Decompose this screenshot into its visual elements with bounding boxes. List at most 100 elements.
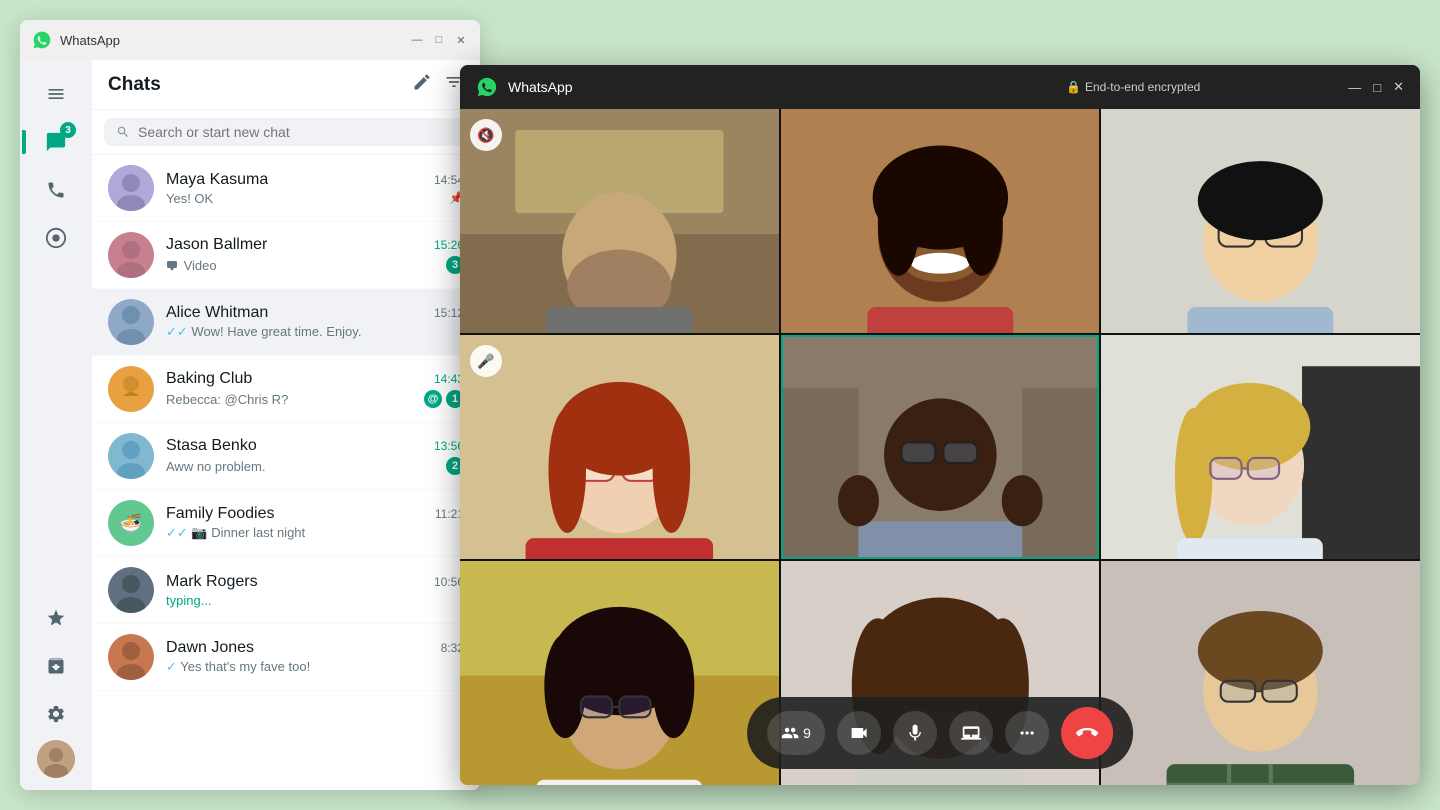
- search-bar: [92, 110, 480, 155]
- video-maximize-button[interactable]: □: [1373, 80, 1381, 95]
- video-cell-1: 🔇: [460, 109, 779, 333]
- more-options-icon: [1017, 723, 1037, 743]
- chat-panel: Chats: [92, 60, 480, 790]
- avatar: [108, 366, 154, 412]
- chat-preview-typing: typing...: [166, 593, 464, 608]
- maximize-button[interactable]: □: [432, 33, 446, 47]
- svg-text:🍜: 🍜: [120, 513, 142, 533]
- chat-item-jason-ballmer[interactable]: Jason Ballmer 15:26 Video 3: [92, 222, 480, 289]
- chat-header: Chats: [92, 60, 480, 110]
- sidebar: 3: [20, 60, 92, 790]
- avatar: [108, 433, 154, 479]
- chat-item-dawn-jones[interactable]: Dawn Jones 8:32 ✓ Yes that's my fave too…: [92, 624, 480, 691]
- video-camera-icon: [849, 723, 869, 743]
- chat-preview: ✓✓ Wow! Have great time. Enjoy.: [166, 324, 464, 340]
- end-call-button[interactable]: [1061, 707, 1113, 759]
- chat-preview: ✓✓ 📷 Dinner last night: [166, 525, 464, 541]
- screen-share-button[interactable]: [949, 711, 993, 755]
- search-icon: [116, 125, 130, 139]
- chat-header-actions: [412, 72, 464, 97]
- mention-badge: @: [424, 390, 442, 408]
- main-window: WhatsApp — □ ✕ 3: [20, 20, 480, 790]
- user-profile-button[interactable]: [37, 740, 75, 778]
- chat-name: Alice Whitman: [166, 304, 268, 322]
- chat-name: Mark Rogers: [166, 573, 258, 591]
- lock-icon: 🔒: [1066, 80, 1081, 94]
- chat-preview: ✓ Yes that's my fave too!: [166, 659, 464, 675]
- chat-name: Jason Ballmer: [166, 236, 267, 254]
- more-options-button[interactable]: [1005, 711, 1049, 755]
- sidebar-menu-button[interactable]: [34, 72, 78, 116]
- video-cell-3: [1101, 109, 1420, 333]
- avatar: [108, 567, 154, 613]
- chat-info: Dawn Jones 8:32 ✓ Yes that's my fave too…: [166, 639, 464, 675]
- search-input[interactable]: [138, 124, 456, 140]
- search-input-wrap[interactable]: [104, 118, 468, 146]
- chat-item-maya-kasuma[interactable]: Maya Kasuma 14:54 Yes! OK 📌: [92, 155, 480, 222]
- new-chat-button[interactable]: [412, 72, 432, 97]
- mic-toggle-button[interactable]: [893, 711, 937, 755]
- microphone-icon: [905, 723, 925, 743]
- chats-title: Chats: [108, 74, 400, 96]
- chat-preview: Aww no problem.: [166, 459, 442, 474]
- chat-item-mark-rogers[interactable]: Mark Rogers 10:56 typing...: [92, 557, 480, 624]
- video-minimize-button[interactable]: —: [1348, 80, 1361, 95]
- participants-icon: [781, 724, 799, 742]
- chats-badge: 3: [60, 122, 76, 138]
- chat-name: Dawn Jones: [166, 639, 254, 657]
- video-cell-2: [781, 109, 1100, 333]
- chat-list: Maya Kasuma 14:54 Yes! OK 📌: [92, 155, 480, 775]
- video-call-window: WhatsApp 🔒 End-to-end encrypted — □ ✕: [460, 65, 1420, 785]
- video-window-title: WhatsApp: [508, 79, 918, 95]
- main-titlebar: WhatsApp — □ ✕: [20, 20, 480, 60]
- avatar: [108, 299, 154, 345]
- video-cell-6: [1101, 335, 1420, 559]
- avatar: [108, 232, 154, 278]
- participants-count: 9: [803, 725, 811, 741]
- chat-item-family-foodies[interactable]: 🍜 Family Foodies 11:21 ✓✓ 📷 Dinner last …: [92, 490, 480, 557]
- chat-preview: Video: [166, 258, 442, 273]
- sidebar-status-button[interactable]: [34, 216, 78, 260]
- video-cell-9: [1101, 561, 1420, 785]
- chat-item-stasa-benko[interactable]: Stasa Benko 13:56 Aww no problem. 2: [92, 423, 480, 490]
- video-window-controls: — □ ✕: [1348, 79, 1404, 95]
- chat-name: Maya Kasuma: [166, 171, 268, 189]
- video-grid: 🔇: [460, 109, 1420, 785]
- sidebar-archived-button[interactable]: [34, 644, 78, 688]
- sidebar-starred-button[interactable]: [34, 596, 78, 640]
- chat-name: Baking Club: [166, 370, 252, 388]
- chat-preview: Rebecca: @Chris R?: [166, 392, 420, 407]
- video-cell-7: [460, 561, 779, 785]
- mic-muted-indicator-1: 🔇: [470, 119, 502, 151]
- chat-info: Stasa Benko 13:56 Aww no problem. 2: [166, 437, 464, 475]
- sidebar-calls-button[interactable]: [34, 168, 78, 212]
- mic-muted-indicator-4: 🎤: [470, 345, 502, 377]
- chat-preview: Yes! OK: [166, 191, 445, 206]
- chat-info: Mark Rogers 10:56 typing...: [166, 573, 464, 608]
- end-call-icon: [1076, 722, 1098, 744]
- sidebar-chats-button[interactable]: 3: [34, 120, 78, 164]
- whatsapp-video-logo-icon: [476, 76, 498, 98]
- chat-info: Alice Whitman 15:12 ✓✓ Wow! Have great t…: [166, 304, 464, 340]
- video-toggle-button[interactable]: [837, 711, 881, 755]
- video-close-button[interactable]: ✕: [1393, 79, 1404, 95]
- video-cell-4: 🎤: [460, 335, 779, 559]
- whatsapp-logo-icon: [32, 30, 52, 50]
- chat-name: Family Foodies: [166, 505, 274, 523]
- chat-info: Jason Ballmer 15:26 Video 3: [166, 236, 464, 274]
- avatar: [108, 634, 154, 680]
- video-cell-5-speaking: [781, 335, 1100, 559]
- chat-info: Baking Club 14:43 Rebecca: @Chris R? @ 1: [166, 370, 464, 408]
- avatar: 🍜: [108, 500, 154, 546]
- main-window-controls: — □ ✕: [410, 33, 468, 47]
- screen-share-icon: [961, 723, 981, 743]
- sidebar-bottom: [34, 596, 78, 778]
- close-button[interactable]: ✕: [454, 33, 468, 47]
- chat-item-baking-club[interactable]: Baking Club 14:43 Rebecca: @Chris R? @ 1: [92, 356, 480, 423]
- participants-button[interactable]: 9: [767, 711, 825, 755]
- video-titlebar: WhatsApp 🔒 End-to-end encrypted — □ ✕: [460, 65, 1420, 109]
- minimize-button[interactable]: —: [410, 33, 424, 47]
- sidebar-settings-button[interactable]: [34, 692, 78, 736]
- call-controls: 9: [747, 697, 1133, 769]
- chat-item-alice-whitman[interactable]: Alice Whitman 15:12 ✓✓ Wow! Have great t…: [92, 289, 480, 356]
